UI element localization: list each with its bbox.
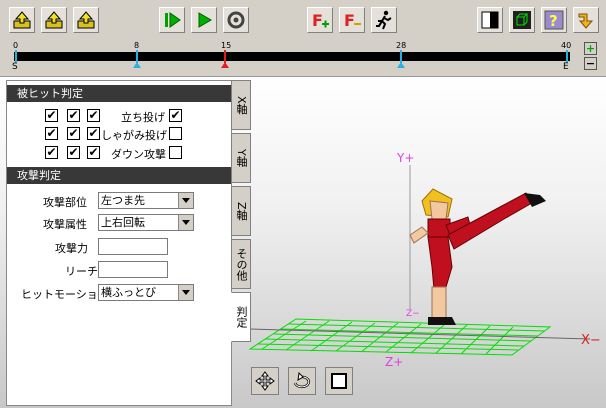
reach-input[interactable] xyxy=(98,261,168,278)
z-axis-label: Z+ xyxy=(385,355,404,369)
fighter-model xyxy=(409,188,546,325)
upload-icon xyxy=(45,11,63,29)
split-view-icon xyxy=(481,11,499,29)
tab-x-axis[interactable]: X軸 xyxy=(231,80,251,130)
tab-y-axis[interactable]: Y軸 xyxy=(231,133,251,183)
frame-remove-icon: F xyxy=(344,11,361,30)
step-play-icon xyxy=(165,12,181,28)
rotate-button[interactable] xyxy=(288,367,316,395)
chevron-down-icon[interactable] xyxy=(178,215,193,230)
reset-view-button[interactable] xyxy=(325,367,353,395)
add-frame-button[interactable]: F xyxy=(307,7,333,33)
play-from-start-button[interactable] xyxy=(159,7,185,33)
y-axis-label: Y+ xyxy=(397,151,415,165)
hurt-check-2-3[interactable]: ✔ xyxy=(87,127,100,140)
attack-section-header: 攻撃判定 xyxy=(7,167,231,184)
cube-view-button[interactable] xyxy=(509,7,535,33)
tab-y-axis-label: Y軸 xyxy=(235,149,248,167)
x-axis-label: X− xyxy=(581,333,601,348)
tick-label-15: 15 xyxy=(221,41,232,50)
down-attack-label: ダウン攻撃 xyxy=(111,148,166,161)
hit-motion-label: ヒットモーション xyxy=(21,288,109,301)
attack-power-input[interactable] xyxy=(98,238,168,255)
export-icon-button-1[interactable] xyxy=(9,7,35,33)
svg-text:?: ? xyxy=(549,12,558,30)
motion-button[interactable] xyxy=(371,7,397,33)
export-icon-button-2[interactable] xyxy=(41,7,67,33)
zoom-in-button[interactable]: + xyxy=(584,42,597,55)
attack-part-select[interactable]: 左つま先 xyxy=(98,192,194,209)
play-button[interactable] xyxy=(191,7,217,33)
hurt-section-header: 被ヒット判定 xyxy=(7,85,231,102)
hurt-check-2-2[interactable]: ✔ xyxy=(67,127,80,140)
running-man-icon xyxy=(376,10,392,30)
zoom-out-button[interactable]: − xyxy=(584,57,597,70)
delete-frame-button[interactable]: F xyxy=(339,7,365,33)
arrow-down-icon xyxy=(578,13,594,29)
hurt-check-1-1[interactable]: ✔ xyxy=(45,109,58,122)
frame-add-icon: F xyxy=(312,11,329,30)
hurt-check-1-3[interactable]: ✔ xyxy=(87,109,100,122)
frame-timeline[interactable]: 0 8 15 28 40 S E + − xyxy=(0,40,606,76)
loop-icon xyxy=(227,11,245,29)
exit-button[interactable] xyxy=(573,7,599,33)
tick-label-0: 0 xyxy=(13,41,19,50)
main-toolbar: F F ? xyxy=(0,0,606,40)
chevron-down-icon[interactable] xyxy=(178,193,193,208)
move-arrows-icon xyxy=(255,371,275,391)
chevron-down-icon[interactable] xyxy=(178,285,193,300)
square-icon xyxy=(331,373,347,389)
reach-label: リーチ xyxy=(65,265,98,278)
z-axis-small-label: Z− xyxy=(406,309,420,319)
hit-motion-value: 横ふっとび xyxy=(101,286,156,299)
attack-part-value: 左つま先 xyxy=(101,194,145,207)
tab-z-axis[interactable]: Z軸 xyxy=(231,186,251,236)
tab-z-axis-label: Z軸 xyxy=(235,201,248,221)
timeline-track[interactable] xyxy=(14,52,570,61)
crouch-throw-checkbox[interactable] xyxy=(169,127,182,140)
hurt-check-2-1[interactable]: ✔ xyxy=(45,127,58,140)
cube-icon xyxy=(513,11,531,29)
svg-text:F: F xyxy=(312,11,323,30)
move-button[interactable] xyxy=(251,367,279,395)
view-toggle-button[interactable] xyxy=(477,7,503,33)
hurt-check-3-1[interactable]: ✔ xyxy=(45,146,58,159)
upload-icon xyxy=(13,11,31,29)
upload-icon xyxy=(77,11,95,29)
hurt-check-3-3[interactable]: ✔ xyxy=(87,146,100,159)
tab-other-label: その他 xyxy=(235,247,248,281)
keyframe-triangle[interactable] xyxy=(397,62,405,68)
attack-attr-value: 上右回転 xyxy=(101,216,145,229)
tab-judgment-label: 判定 xyxy=(235,306,248,328)
tab-judgment[interactable]: 判定 xyxy=(231,292,251,342)
start-label: S xyxy=(12,62,18,72)
down-attack-checkbox[interactable] xyxy=(169,146,182,159)
tick-label-40: 40 xyxy=(561,41,572,50)
rotate-icon xyxy=(293,371,311,389)
tab-other[interactable]: その他 xyxy=(231,239,251,289)
end-label: E xyxy=(563,62,569,72)
help-icon: ? xyxy=(544,10,564,30)
tick-label-28: 28 xyxy=(396,41,407,50)
attack-power-label: 攻撃力 xyxy=(55,242,88,255)
hurt-check-3-2[interactable]: ✔ xyxy=(67,146,80,159)
tick-label-8: 8 xyxy=(134,41,140,50)
svg-text:F: F xyxy=(344,11,355,30)
tab-x-axis-label: X軸 xyxy=(235,95,248,115)
export-icon-button-3[interactable] xyxy=(73,7,99,33)
keyframe-triangle[interactable] xyxy=(133,62,141,68)
hit-motion-select[interactable]: 横ふっとび xyxy=(98,284,194,301)
current-frame-triangle[interactable] xyxy=(221,62,229,68)
crouch-throw-label: しゃがみ投げ xyxy=(101,129,167,142)
attack-attr-select[interactable]: 上右回転 xyxy=(98,214,194,231)
hurt-check-1-2[interactable]: ✔ xyxy=(67,109,80,122)
attack-attr-label: 攻撃属性 xyxy=(43,218,87,231)
standing-throw-checkbox[interactable]: ✔ xyxy=(169,109,182,122)
play-icon xyxy=(198,12,212,28)
judgment-panel: 被ヒット判定 ✔ ✔ ✔ 立ち投げ ✔ ✔ ✔ ✔ しゃがみ投げ ✔ ✔ ✔ ダ… xyxy=(6,80,232,406)
loop-button[interactable] xyxy=(223,7,249,33)
help-button[interactable]: ? xyxy=(541,7,567,33)
attack-part-label: 攻撃部位 xyxy=(43,196,87,209)
standing-throw-label: 立ち投げ xyxy=(121,111,165,124)
